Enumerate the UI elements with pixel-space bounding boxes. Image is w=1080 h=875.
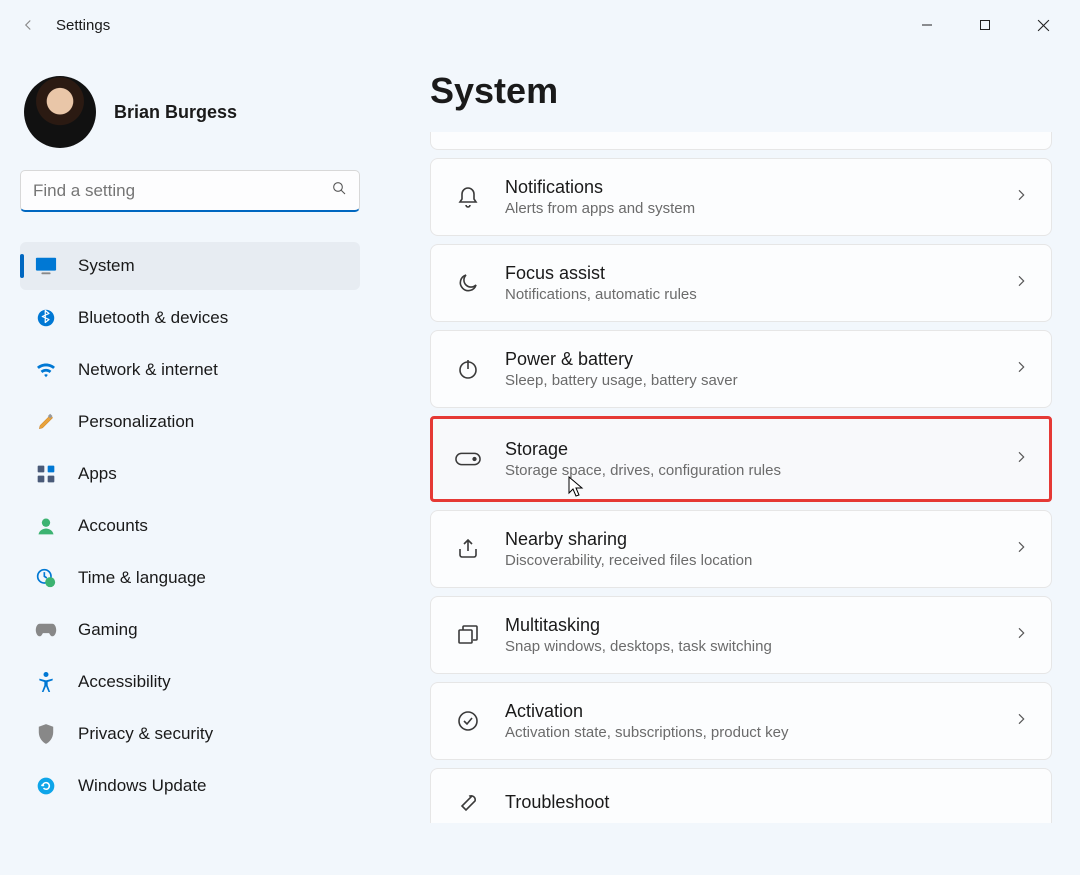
sidebar-item-update[interactable]: Windows Update bbox=[20, 762, 360, 810]
card-title: Activation bbox=[505, 701, 1013, 722]
sidebar-item-label: Bluetooth & devices bbox=[78, 308, 228, 328]
sidebar-item-label: System bbox=[78, 256, 135, 276]
gamepad-icon bbox=[34, 618, 58, 642]
card-subtitle: Activation state, subscriptions, product… bbox=[505, 724, 1013, 741]
sidebar-item-label: Time & language bbox=[78, 568, 206, 588]
card-subtitle: Discoverability, received files location bbox=[505, 552, 1013, 569]
sidebar-item-accounts[interactable]: Accounts bbox=[20, 502, 360, 550]
user-block[interactable]: Brian Burgess bbox=[20, 68, 360, 166]
minimize-icon bbox=[921, 19, 933, 31]
wifi-icon bbox=[34, 358, 58, 382]
card-subtitle: Alerts from apps and system bbox=[505, 200, 1013, 217]
user-name: Brian Burgess bbox=[114, 102, 237, 123]
check-circle-icon bbox=[453, 706, 483, 736]
update-icon bbox=[34, 774, 58, 798]
sidebar-item-bluetooth[interactable]: Bluetooth & devices bbox=[20, 294, 360, 342]
sidebar-item-label: Gaming bbox=[78, 620, 138, 640]
card-title: Focus assist bbox=[505, 263, 1013, 284]
shield-icon bbox=[34, 722, 58, 746]
main-content: System Notifications Alerts from apps an… bbox=[380, 50, 1080, 875]
card-partial-top[interactable] bbox=[430, 132, 1052, 150]
sidebar-item-label: Network & internet bbox=[78, 360, 218, 380]
sidebar-item-system[interactable]: System bbox=[20, 242, 360, 290]
card-title: Notifications bbox=[505, 177, 1013, 198]
wrench-icon bbox=[453, 787, 483, 817]
bluetooth-icon bbox=[34, 306, 58, 330]
card-troubleshoot[interactable]: Troubleshoot bbox=[430, 768, 1052, 823]
sidebar-item-apps[interactable]: Apps bbox=[20, 450, 360, 498]
sidebar-nav: System Bluetooth & devices Network & int… bbox=[20, 242, 360, 810]
sidebar-item-label: Accessibility bbox=[78, 672, 171, 692]
maximize-button[interactable] bbox=[956, 5, 1014, 45]
sidebar-item-label: Accounts bbox=[78, 516, 148, 536]
maximize-icon bbox=[979, 19, 991, 31]
close-icon bbox=[1037, 19, 1050, 32]
card-subtitle: Storage space, drives, configuration rul… bbox=[505, 462, 1013, 479]
display-icon bbox=[34, 254, 58, 278]
card-multitasking[interactable]: Multitasking Snap windows, desktops, tas… bbox=[430, 596, 1052, 674]
window-controls bbox=[898, 5, 1072, 45]
chevron-right-icon bbox=[1013, 711, 1029, 732]
sidebar-item-label: Windows Update bbox=[78, 776, 207, 796]
user-icon bbox=[34, 514, 58, 538]
card-power-battery[interactable]: Power & battery Sleep, battery usage, ba… bbox=[430, 330, 1052, 408]
card-nearby-sharing[interactable]: Nearby sharing Discoverability, received… bbox=[430, 510, 1052, 588]
sidebar-item-label: Personalization bbox=[78, 412, 194, 432]
title-bar: Settings bbox=[0, 0, 1080, 50]
accessibility-icon bbox=[34, 670, 58, 694]
arrow-left-icon bbox=[19, 16, 37, 34]
search-icon bbox=[331, 180, 347, 201]
sidebar-item-accessibility[interactable]: Accessibility bbox=[20, 658, 360, 706]
card-storage[interactable]: Storage Storage space, drives, configura… bbox=[430, 416, 1052, 502]
paintbrush-icon bbox=[34, 410, 58, 434]
bell-icon bbox=[453, 182, 483, 212]
card-title: Nearby sharing bbox=[505, 529, 1013, 550]
chevron-right-icon bbox=[1013, 449, 1029, 470]
avatar bbox=[24, 76, 96, 148]
drive-icon bbox=[453, 444, 483, 474]
windows-icon bbox=[453, 620, 483, 650]
sidebar-item-time[interactable]: Time & language bbox=[20, 554, 360, 602]
share-icon bbox=[453, 534, 483, 564]
apps-icon bbox=[34, 462, 58, 486]
back-button[interactable] bbox=[8, 5, 48, 45]
card-subtitle: Snap windows, desktops, task switching bbox=[505, 638, 1013, 655]
card-title: Multitasking bbox=[505, 615, 1013, 636]
chevron-right-icon bbox=[1013, 539, 1029, 560]
chevron-right-icon bbox=[1013, 187, 1029, 208]
sidebar-item-privacy[interactable]: Privacy & security bbox=[20, 710, 360, 758]
minimize-button[interactable] bbox=[898, 5, 956, 45]
card-subtitle: Sleep, battery usage, battery saver bbox=[505, 372, 1013, 389]
window-title: Settings bbox=[56, 17, 110, 34]
page-heading: System bbox=[430, 70, 1052, 112]
sidebar-item-network[interactable]: Network & internet bbox=[20, 346, 360, 394]
close-button[interactable] bbox=[1014, 5, 1072, 45]
chevron-right-icon bbox=[1013, 359, 1029, 380]
moon-icon bbox=[453, 268, 483, 298]
card-activation[interactable]: Activation Activation state, subscriptio… bbox=[430, 682, 1052, 760]
clock-globe-icon bbox=[34, 566, 58, 590]
sidebar-item-label: Apps bbox=[78, 464, 117, 484]
sidebar-item-label: Privacy & security bbox=[78, 724, 213, 744]
sidebar-item-personalization[interactable]: Personalization bbox=[20, 398, 360, 446]
search-input[interactable] bbox=[33, 181, 331, 201]
card-title: Storage bbox=[505, 439, 1013, 460]
chevron-right-icon bbox=[1013, 273, 1029, 294]
card-title: Troubleshoot bbox=[505, 792, 1029, 813]
card-title: Power & battery bbox=[505, 349, 1013, 370]
chevron-right-icon bbox=[1013, 625, 1029, 646]
sidebar: Brian Burgess System Bluetooth & devices… bbox=[0, 50, 380, 875]
sidebar-item-gaming[interactable]: Gaming bbox=[20, 606, 360, 654]
card-focus-assist[interactable]: Focus assist Notifications, automatic ru… bbox=[430, 244, 1052, 322]
card-notifications[interactable]: Notifications Alerts from apps and syste… bbox=[430, 158, 1052, 236]
power-icon bbox=[453, 354, 483, 384]
search-box[interactable] bbox=[20, 170, 360, 212]
card-subtitle: Notifications, automatic rules bbox=[505, 286, 1013, 303]
